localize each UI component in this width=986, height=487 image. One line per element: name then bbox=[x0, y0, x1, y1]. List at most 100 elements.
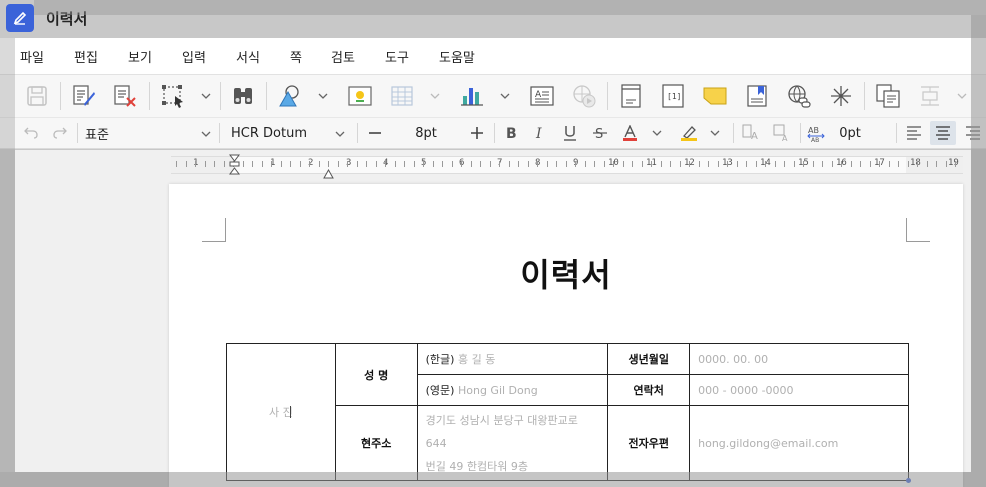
select-object-icon[interactable] bbox=[159, 82, 187, 110]
char-shape-icon[interactable]: A bbox=[741, 121, 761, 145]
font-size-increase-icon[interactable] bbox=[468, 121, 486, 145]
ruler-tick bbox=[195, 161, 196, 167]
ruler-tick bbox=[851, 161, 852, 167]
ruler-tick bbox=[936, 161, 937, 167]
email-value-cell[interactable]: hong.gildong@email.com bbox=[689, 405, 909, 481]
ruler-tick bbox=[822, 161, 823, 167]
strikethrough-icon[interactable]: S bbox=[591, 121, 609, 145]
menu-insert[interactable]: 입력 bbox=[182, 47, 206, 66]
name-english-cell[interactable]: (영문) Hong Gil Dong bbox=[416, 374, 609, 406]
special-char-icon[interactable] bbox=[827, 82, 855, 110]
ruler-tick bbox=[604, 161, 605, 167]
chevron-down-icon[interactable] bbox=[200, 88, 212, 104]
picture-icon[interactable] bbox=[346, 82, 374, 110]
ruler-tick bbox=[775, 161, 776, 167]
header-footer-icon[interactable] bbox=[617, 82, 645, 110]
ruler-tick bbox=[433, 161, 434, 167]
ruler-tick bbox=[205, 161, 206, 167]
ruler-label: 19 bbox=[948, 158, 959, 168]
ruler-tick bbox=[537, 161, 538, 167]
toolbar-separator bbox=[149, 82, 150, 110]
name-korean-cell[interactable]: (한글) 홍 길 동 bbox=[416, 343, 609, 375]
font-size-decrease-icon[interactable] bbox=[366, 121, 384, 145]
menu-edit[interactable]: 편집 bbox=[74, 47, 98, 66]
phone-value-cell[interactable]: 000 - 0000 -0000 bbox=[689, 374, 909, 406]
shapes-icon[interactable] bbox=[276, 82, 304, 110]
address-label-cell[interactable]: 현주소 bbox=[334, 405, 418, 481]
ruler-tick bbox=[471, 161, 472, 167]
ruler-tick bbox=[727, 161, 728, 167]
redo-icon[interactable] bbox=[51, 121, 69, 145]
align-left-icon[interactable] bbox=[903, 121, 925, 145]
ruler-tick bbox=[186, 161, 187, 167]
chevron-down-icon[interactable] bbox=[429, 88, 441, 104]
style-select[interactable]: 표준 bbox=[85, 121, 211, 145]
app-logo-icon[interactable] bbox=[6, 4, 34, 32]
ruler-tick bbox=[176, 161, 177, 167]
font-color-icon[interactable] bbox=[621, 121, 639, 145]
highlight-icon[interactable] bbox=[679, 121, 699, 145]
ruler-tick bbox=[860, 161, 861, 167]
text-box-icon[interactable]: A bbox=[528, 82, 556, 110]
para-shape-icon[interactable]: A bbox=[772, 121, 792, 145]
bold-icon[interactable]: B bbox=[502, 121, 520, 145]
email-label-cell[interactable]: 전자우편 bbox=[607, 405, 691, 481]
chevron-down-icon bbox=[335, 126, 345, 141]
font-select[interactable]: HCR Dotum bbox=[231, 121, 345, 145]
indent-marker-icon[interactable] bbox=[229, 154, 240, 176]
bookmark-icon[interactable] bbox=[743, 82, 771, 110]
chevron-down-icon[interactable] bbox=[651, 121, 663, 145]
chevron-down-icon[interactable] bbox=[499, 88, 511, 104]
phone-label-cell[interactable]: 연락처 bbox=[607, 374, 691, 406]
page-number-icon[interactable]: [1] bbox=[659, 82, 687, 110]
menu-view[interactable]: 보기 bbox=[128, 47, 152, 66]
hyperlink-icon[interactable] bbox=[785, 82, 813, 110]
paste-format-icon[interactable] bbox=[916, 82, 944, 110]
name-label-cell[interactable]: 성 명 bbox=[334, 343, 418, 406]
name-korean-label: (한글) bbox=[425, 353, 455, 366]
toolbar-separator bbox=[220, 82, 221, 110]
resume-heading[interactable]: 이력서 bbox=[169, 250, 963, 296]
chevron-down-icon[interactable] bbox=[317, 88, 329, 104]
font-size-input[interactable]: 8pt bbox=[400, 121, 452, 145]
media-icon[interactable] bbox=[570, 82, 598, 110]
ruler-tick bbox=[765, 161, 766, 167]
copy-format-icon[interactable] bbox=[874, 82, 902, 110]
find-icon[interactable] bbox=[229, 82, 257, 110]
birth-label: 생년월일 bbox=[628, 353, 669, 366]
chevron-down-icon[interactable] bbox=[956, 88, 968, 104]
delete-document-icon[interactable] bbox=[111, 82, 139, 110]
table-icon[interactable] bbox=[388, 82, 416, 110]
align-center-icon[interactable] bbox=[930, 121, 956, 145]
save-icon[interactable] bbox=[23, 82, 51, 110]
ruler-tick bbox=[243, 161, 244, 167]
memo-icon[interactable] bbox=[701, 82, 729, 110]
ruler-tick bbox=[898, 161, 899, 167]
ruler-tick bbox=[480, 161, 481, 167]
char-spacing-icon[interactable]: AB AB bbox=[806, 121, 826, 145]
underline-icon[interactable] bbox=[561, 121, 579, 145]
menu-file[interactable]: 파일 bbox=[20, 47, 44, 66]
name-korean-value: 홍 길 동 bbox=[457, 353, 496, 366]
chevron-down-icon bbox=[201, 126, 211, 141]
chart-icon[interactable] bbox=[458, 82, 486, 110]
tab-stop-marker-icon[interactable] bbox=[323, 164, 334, 179]
char-spacing-input[interactable]: 0pt bbox=[832, 121, 868, 145]
edit-document-icon[interactable] bbox=[70, 82, 98, 110]
chevron-down-icon[interactable] bbox=[709, 121, 721, 145]
ruler-tick bbox=[623, 161, 624, 167]
address-value-cell[interactable]: 경기도 성남시 분당구 대왕판교로 644 번길 49 한컴타워 9층 bbox=[416, 405, 609, 481]
menu-page[interactable]: 쪽 bbox=[290, 47, 302, 66]
menu-review[interactable]: 검토 bbox=[331, 47, 355, 66]
menu-format[interactable]: 서식 bbox=[236, 47, 260, 66]
ruler-tick bbox=[651, 161, 652, 167]
photo-cell[interactable]: 사 진 bbox=[226, 343, 336, 481]
ruler-tick bbox=[585, 161, 586, 167]
menu-help[interactable]: 도움말 bbox=[439, 47, 475, 66]
birth-label-cell[interactable]: 생년월일 bbox=[607, 343, 691, 375]
undo-icon[interactable] bbox=[22, 121, 40, 145]
ruler-tick bbox=[490, 161, 491, 167]
italic-icon[interactable]: I bbox=[531, 121, 549, 145]
menu-tools[interactable]: 도구 bbox=[385, 47, 409, 66]
birth-value-cell[interactable]: 0000. 00. 00 bbox=[689, 343, 909, 375]
